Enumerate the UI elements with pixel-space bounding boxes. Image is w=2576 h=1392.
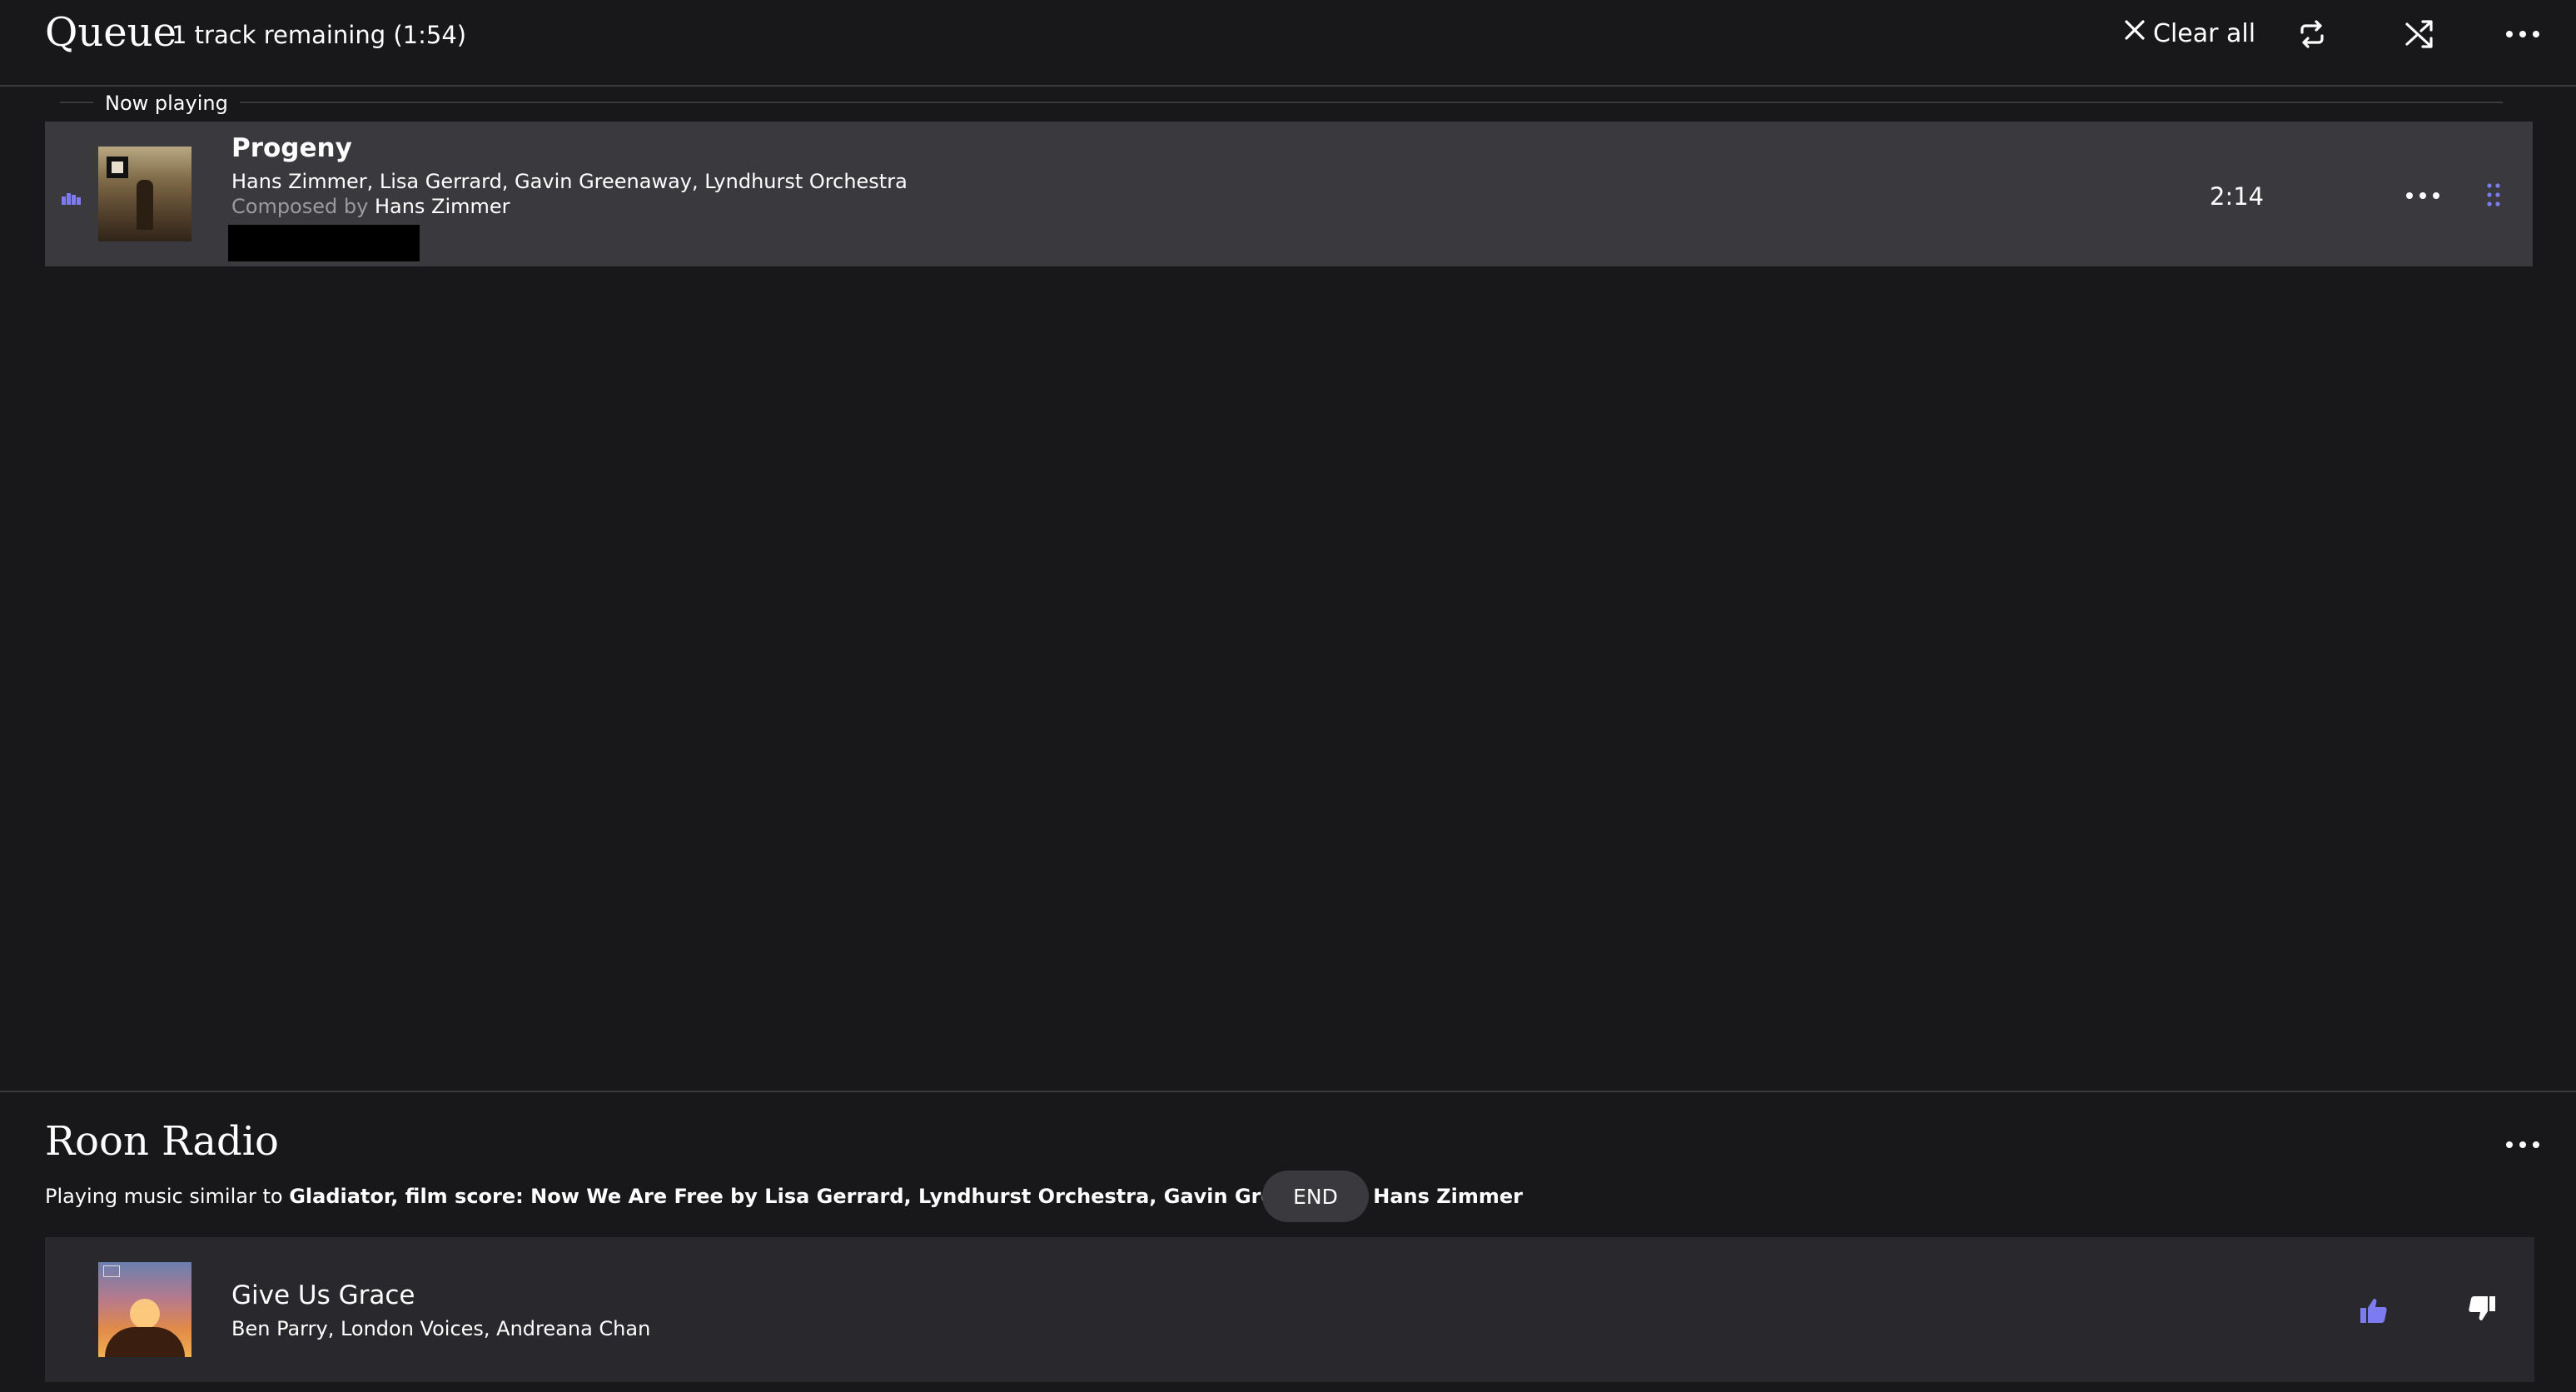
thumbs-up-icon	[2360, 1299, 2387, 1323]
radio-desc-prefix: Playing music similar to	[45, 1185, 283, 1208]
repeat-icon	[2300, 20, 2324, 48]
clear-all-label: Clear all	[2153, 18, 2256, 48]
album-label-graphic	[103, 1265, 120, 1277]
clear-all-button[interactable]: Clear all	[2123, 15, 2255, 52]
queue-title: Queue	[45, 9, 177, 56]
composer-name[interactable]: Hans Zimmer	[375, 195, 510, 218]
now-playing-label: Now playing	[93, 90, 240, 117]
radio-title: Roon Radio	[45, 1118, 279, 1165]
composed-by-label: Composed by	[231, 195, 369, 218]
more-horizontal-icon	[2406, 192, 2439, 199]
radio-more-button[interactable]	[2499, 1124, 2546, 1166]
track-composer: Composed by Hans Zimmer	[231, 193, 510, 220]
track-title[interactable]: Progeny	[231, 132, 352, 165]
album-hands-graphic	[105, 1327, 185, 1357]
thumbs-up-button[interactable]	[2353, 1294, 2394, 1327]
queue-remaining-summary: 1 track remaining (1:54)	[172, 21, 467, 49]
album-sun-graphic	[130, 1299, 160, 1329]
track-more-button[interactable]	[2398, 175, 2448, 216]
thumbs-down-button[interactable]	[2461, 1292, 2503, 1325]
queue-more-button[interactable]	[2499, 11, 2546, 57]
close-icon	[2123, 18, 2146, 48]
track-artists[interactable]: Hans Zimmer, Lisa Gerrard, Gavin Greenaw…	[231, 168, 908, 195]
now-playing-indicator-icon	[62, 193, 81, 205]
album-art[interactable]	[98, 1262, 191, 1357]
repeat-button[interactable]	[2289, 11, 2335, 57]
shuffle-button[interactable]	[2396, 11, 2443, 57]
radio-track-title[interactable]: Give Us Grace	[231, 1279, 415, 1312]
radio-next-track-row[interactable]	[45, 1237, 2534, 1382]
header-divider	[0, 85, 2576, 87]
more-horizontal-icon	[2506, 31, 2539, 37]
more-horizontal-icon	[2506, 1141, 2539, 1148]
thumbs-down-icon	[2469, 1296, 2495, 1320]
album-figure-graphic	[137, 180, 153, 230]
track-duration: 2:14	[2210, 182, 2265, 211]
radio-divider	[0, 1091, 2576, 1092]
album-logo-icon	[107, 157, 128, 178]
end-radio-button[interactable]: END	[1262, 1171, 1369, 1222]
radio-track-artists[interactable]: Ben Parry, London Voices, Andreana Chan	[231, 1315, 650, 1342]
redacted-region	[228, 225, 420, 261]
drag-handle-icon	[2487, 183, 2500, 206]
shuffle-icon	[2405, 20, 2433, 48]
now-playing-divider	[60, 102, 2503, 103]
drag-handle[interactable]	[2481, 178, 2506, 211]
album-art[interactable]	[98, 147, 191, 241]
